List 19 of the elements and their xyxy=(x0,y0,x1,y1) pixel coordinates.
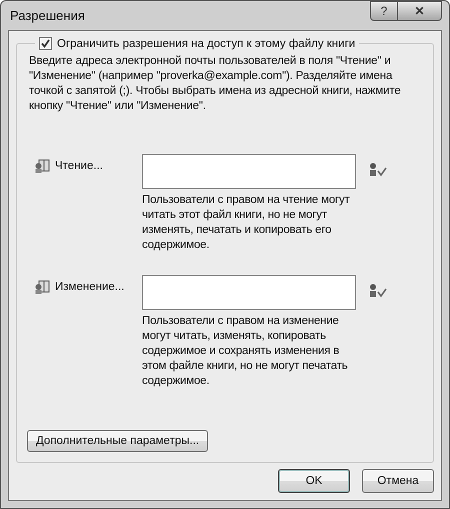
window-title: Разрешения xyxy=(9,8,85,23)
address-book-button[interactable]: Изменение... xyxy=(34,279,124,295)
dialog-button[interactable]: Отмена xyxy=(362,469,434,493)
address-book-button[interactable]: Чтение... xyxy=(34,158,103,174)
help-button[interactable]: ? xyxy=(370,1,398,21)
checkbox[interactable] xyxy=(39,37,52,50)
instruction-text: Введите адреса электронной почты пользователей в поля "Чтение" и "Изменение" (например "proverka@example.com"). Разделяйте имена точкой с запятой (;). Чтобы выбрать имена из адресной книги, нажмите кнопку "Чтение" или "Изменение". xyxy=(29,54,402,114)
permission-description: Пользователи с правом на изменение могут читать, изменять, копировать содержимое и сохранять изменения в этом файле книги, но не могут печатать содержимое. xyxy=(142,314,349,389)
check-names-icon[interactable] xyxy=(368,162,388,178)
address-book-icon xyxy=(34,279,50,295)
checkbox-label[interactable]: Ограничить разрешения на доступ к этому файлу книги xyxy=(57,38,356,50)
dialog-button[interactable]: OK xyxy=(278,469,350,493)
close-button[interactable]: ✕ xyxy=(398,1,442,21)
address-field[interactable] xyxy=(142,154,356,189)
address-book-icon xyxy=(34,158,50,174)
permission-description: Пользователи с правом на чтение могут читать этот файл книги, но не могут изменять, печатать и копировать его содержимое. xyxy=(142,193,351,253)
address-field[interactable] xyxy=(142,275,356,310)
check-names-icon[interactable] xyxy=(368,283,388,299)
more-options-button[interactable]: Дополнительные параметры... xyxy=(27,430,208,452)
